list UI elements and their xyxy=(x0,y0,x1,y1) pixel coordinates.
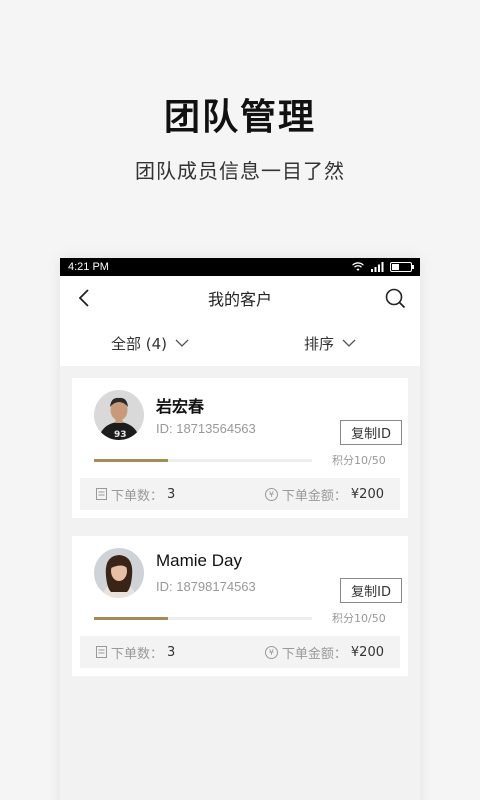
yen-icon: ¥ xyxy=(264,487,278,501)
chevron-down-icon xyxy=(175,339,189,347)
order-stats: 下单数： 3 ¥ 下单金额： ¥200 xyxy=(80,636,400,668)
order-amount-label: 下单金额： xyxy=(281,646,347,662)
points-progress-fill xyxy=(94,616,169,620)
points-progress-bar xyxy=(94,616,312,620)
signal-icon xyxy=(371,262,384,272)
customer-name: 岩宏春 xyxy=(156,397,205,416)
nav-bar: 我的客户 xyxy=(60,276,420,320)
order-amount-value: ¥200 xyxy=(350,486,384,502)
filter-all-label: 全部 (4) xyxy=(110,334,168,353)
points-progress-bar xyxy=(94,458,312,462)
points-progress-fill xyxy=(94,458,169,462)
sort-label: 排序 xyxy=(303,334,334,353)
customer-name: Mamie Day xyxy=(156,551,242,570)
order-amount: ¥ 下单金额： ¥200 xyxy=(264,485,384,504)
copy-id-button[interactable]: 复制ID xyxy=(340,420,402,445)
wifi-icon xyxy=(352,262,364,271)
status-bar: 4:21 PM xyxy=(60,258,420,276)
sort-dropdown[interactable]: 排序 xyxy=(240,333,420,354)
points-text: 积分10/50 xyxy=(332,612,386,625)
svg-text:93: 93 xyxy=(114,430,127,440)
status-icons xyxy=(352,262,414,272)
order-count-value: 3 xyxy=(167,486,176,502)
filter-all-dropdown[interactable]: 全部 (4) xyxy=(60,333,240,354)
customer-card[interactable]: Mamie Day ID: 18798174563 复制ID 积分10/50 下… xyxy=(72,536,408,676)
order-count: 下单数： 3 xyxy=(96,643,175,662)
filter-bar: 全部 (4) 排序 xyxy=(60,320,420,366)
document-icon xyxy=(96,488,107,500)
page-title: 我的客户 xyxy=(207,290,272,309)
phone-screen: 4:21 PM 我的客户 全部 (4) 排序 93 岩宏春 ID: 187135… xyxy=(60,258,420,800)
back-icon[interactable] xyxy=(74,287,96,309)
points-text: 积分10/50 xyxy=(332,454,386,467)
copy-id-button[interactable]: 复制ID xyxy=(340,578,402,603)
order-amount-value: ¥200 xyxy=(350,644,384,660)
customer-card[interactable]: 93 岩宏春 ID: 18713564563 复制ID 积分10/50 下单数：… xyxy=(72,378,408,518)
order-amount-label: 下单金额： xyxy=(281,488,347,504)
order-stats: 下单数： 3 ¥ 下单金额： ¥200 xyxy=(80,478,400,510)
order-count-label: 下单数： xyxy=(111,646,164,662)
order-count-value: 3 xyxy=(167,644,176,660)
order-count-label: 下单数： xyxy=(111,488,164,504)
avatar: 93 xyxy=(94,390,144,440)
chevron-down-icon xyxy=(342,339,356,347)
yen-icon: ¥ xyxy=(264,645,278,659)
order-count: 下单数： 3 xyxy=(96,485,175,504)
order-amount: ¥ 下单金额： ¥200 xyxy=(264,643,384,662)
promo-title: 团队管理 xyxy=(163,97,316,138)
document-icon xyxy=(96,646,107,658)
search-icon[interactable] xyxy=(384,287,406,309)
battery-icon xyxy=(390,262,414,272)
status-time: 4:21 PM xyxy=(68,261,109,273)
avatar xyxy=(94,548,144,598)
customer-list: 93 岩宏春 ID: 18713564563 复制ID 积分10/50 下单数：… xyxy=(60,366,420,676)
promo-subtitle: 团队成员信息一目了然 xyxy=(135,159,345,183)
